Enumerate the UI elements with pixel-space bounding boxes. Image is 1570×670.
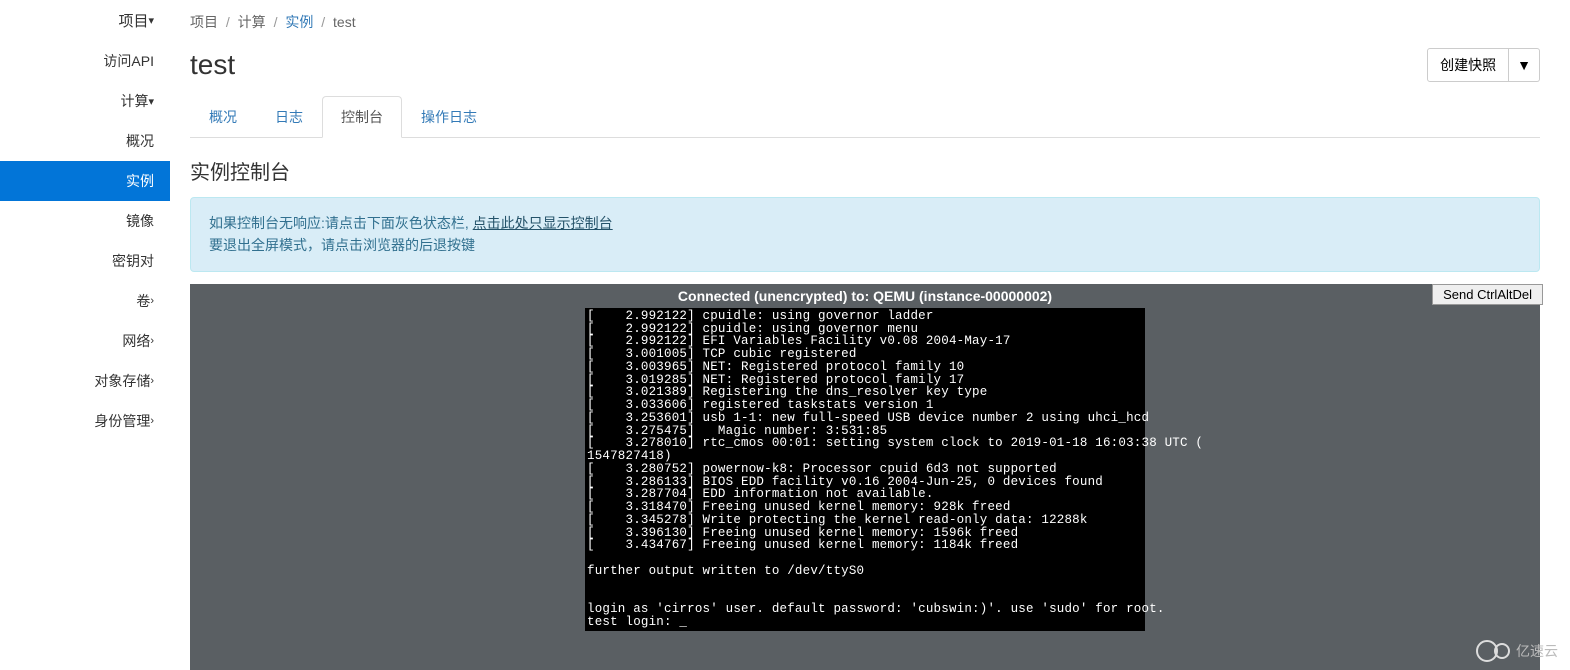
action-dropdown-button[interactable]: ▼ [1509,48,1540,82]
breadcrumb-project: 项目 [190,14,218,30]
chevron-right-icon: › [150,415,154,427]
section-title: 实例控制台 [170,138,1560,197]
tab-log[interactable]: 日志 [256,96,322,138]
breadcrumb: 项目 / 计算 / 实例 / test [170,0,1560,44]
create-snapshot-button[interactable]: 创建快照 [1427,48,1509,82]
tab-overview[interactable]: 概况 [190,96,256,138]
console-wrapper: Connected (unencrypted) to: QEMU (instan… [190,284,1540,670]
sidebar-item-object-storage[interactable]: 对象存储 › [0,361,170,401]
tabs: 概况 日志 控制台 操作日志 [190,96,1540,138]
sidebar-item-identity[interactable]: 身份管理 › [0,401,170,441]
terminal-output[interactable]: [ 2.992122] cpuidle: using governor ladd… [585,308,1145,631]
page-title: test [190,49,235,81]
main-content: 项目 / 计算 / 实例 / test test 创建快照 ▼ 概况 日志 控制… [170,0,1570,670]
sidebar: 项目 ▾ 访问API 计算 ▾ 概况 实例 镜像 密钥对 卷 › 网络 › 对象… [0,0,170,670]
sidebar-item-images[interactable]: 镜像 [0,201,170,241]
sidebar-item-volumes[interactable]: 卷 › [0,281,170,321]
sidebar-item-compute[interactable]: 计算 ▾ [0,81,170,121]
sidebar-item-overview[interactable]: 概况 [0,121,170,161]
chevron-right-icon: › [150,335,154,347]
send-ctrlaltdel-button[interactable]: Send CtrlAltDel [1432,284,1543,305]
sidebar-item-instances[interactable]: 实例 [0,161,170,201]
chevron-down-icon: ▾ [148,95,154,108]
console-status-bar[interactable]: Connected (unencrypted) to: QEMU (instan… [190,284,1540,308]
show-only-console-link[interactable]: 点击此处只显示控制台 [473,215,613,231]
sidebar-item-api[interactable]: 访问API [0,41,170,81]
info-alert: 如果控制台无响应:请点击下面灰色状态栏, 点击此处只显示控制台 要退出全屏模式，… [190,197,1540,272]
alert-text-1: 如果控制台无响应:请点击下面灰色状态栏, [209,215,469,231]
sidebar-item-network[interactable]: 网络 › [0,321,170,361]
sidebar-item-keypairs[interactable]: 密钥对 [0,241,170,281]
action-button-group: 创建快照 ▼ [1427,48,1540,82]
chevron-right-icon: › [150,375,154,387]
breadcrumb-current: test [333,14,356,30]
chevron-right-icon: › [150,295,154,307]
alert-text-2: 要退出全屏模式，请点击浏览器的后退按键 [209,234,1521,256]
sidebar-item-project[interactable]: 项目 ▾ [0,0,170,41]
tab-actionlog[interactable]: 操作日志 [402,96,496,138]
chevron-down-icon: ▾ [148,14,154,27]
breadcrumb-compute: 计算 [238,14,266,30]
tab-console[interactable]: 控制台 [322,96,402,138]
breadcrumb-instances-link[interactable]: 实例 [285,14,313,30]
